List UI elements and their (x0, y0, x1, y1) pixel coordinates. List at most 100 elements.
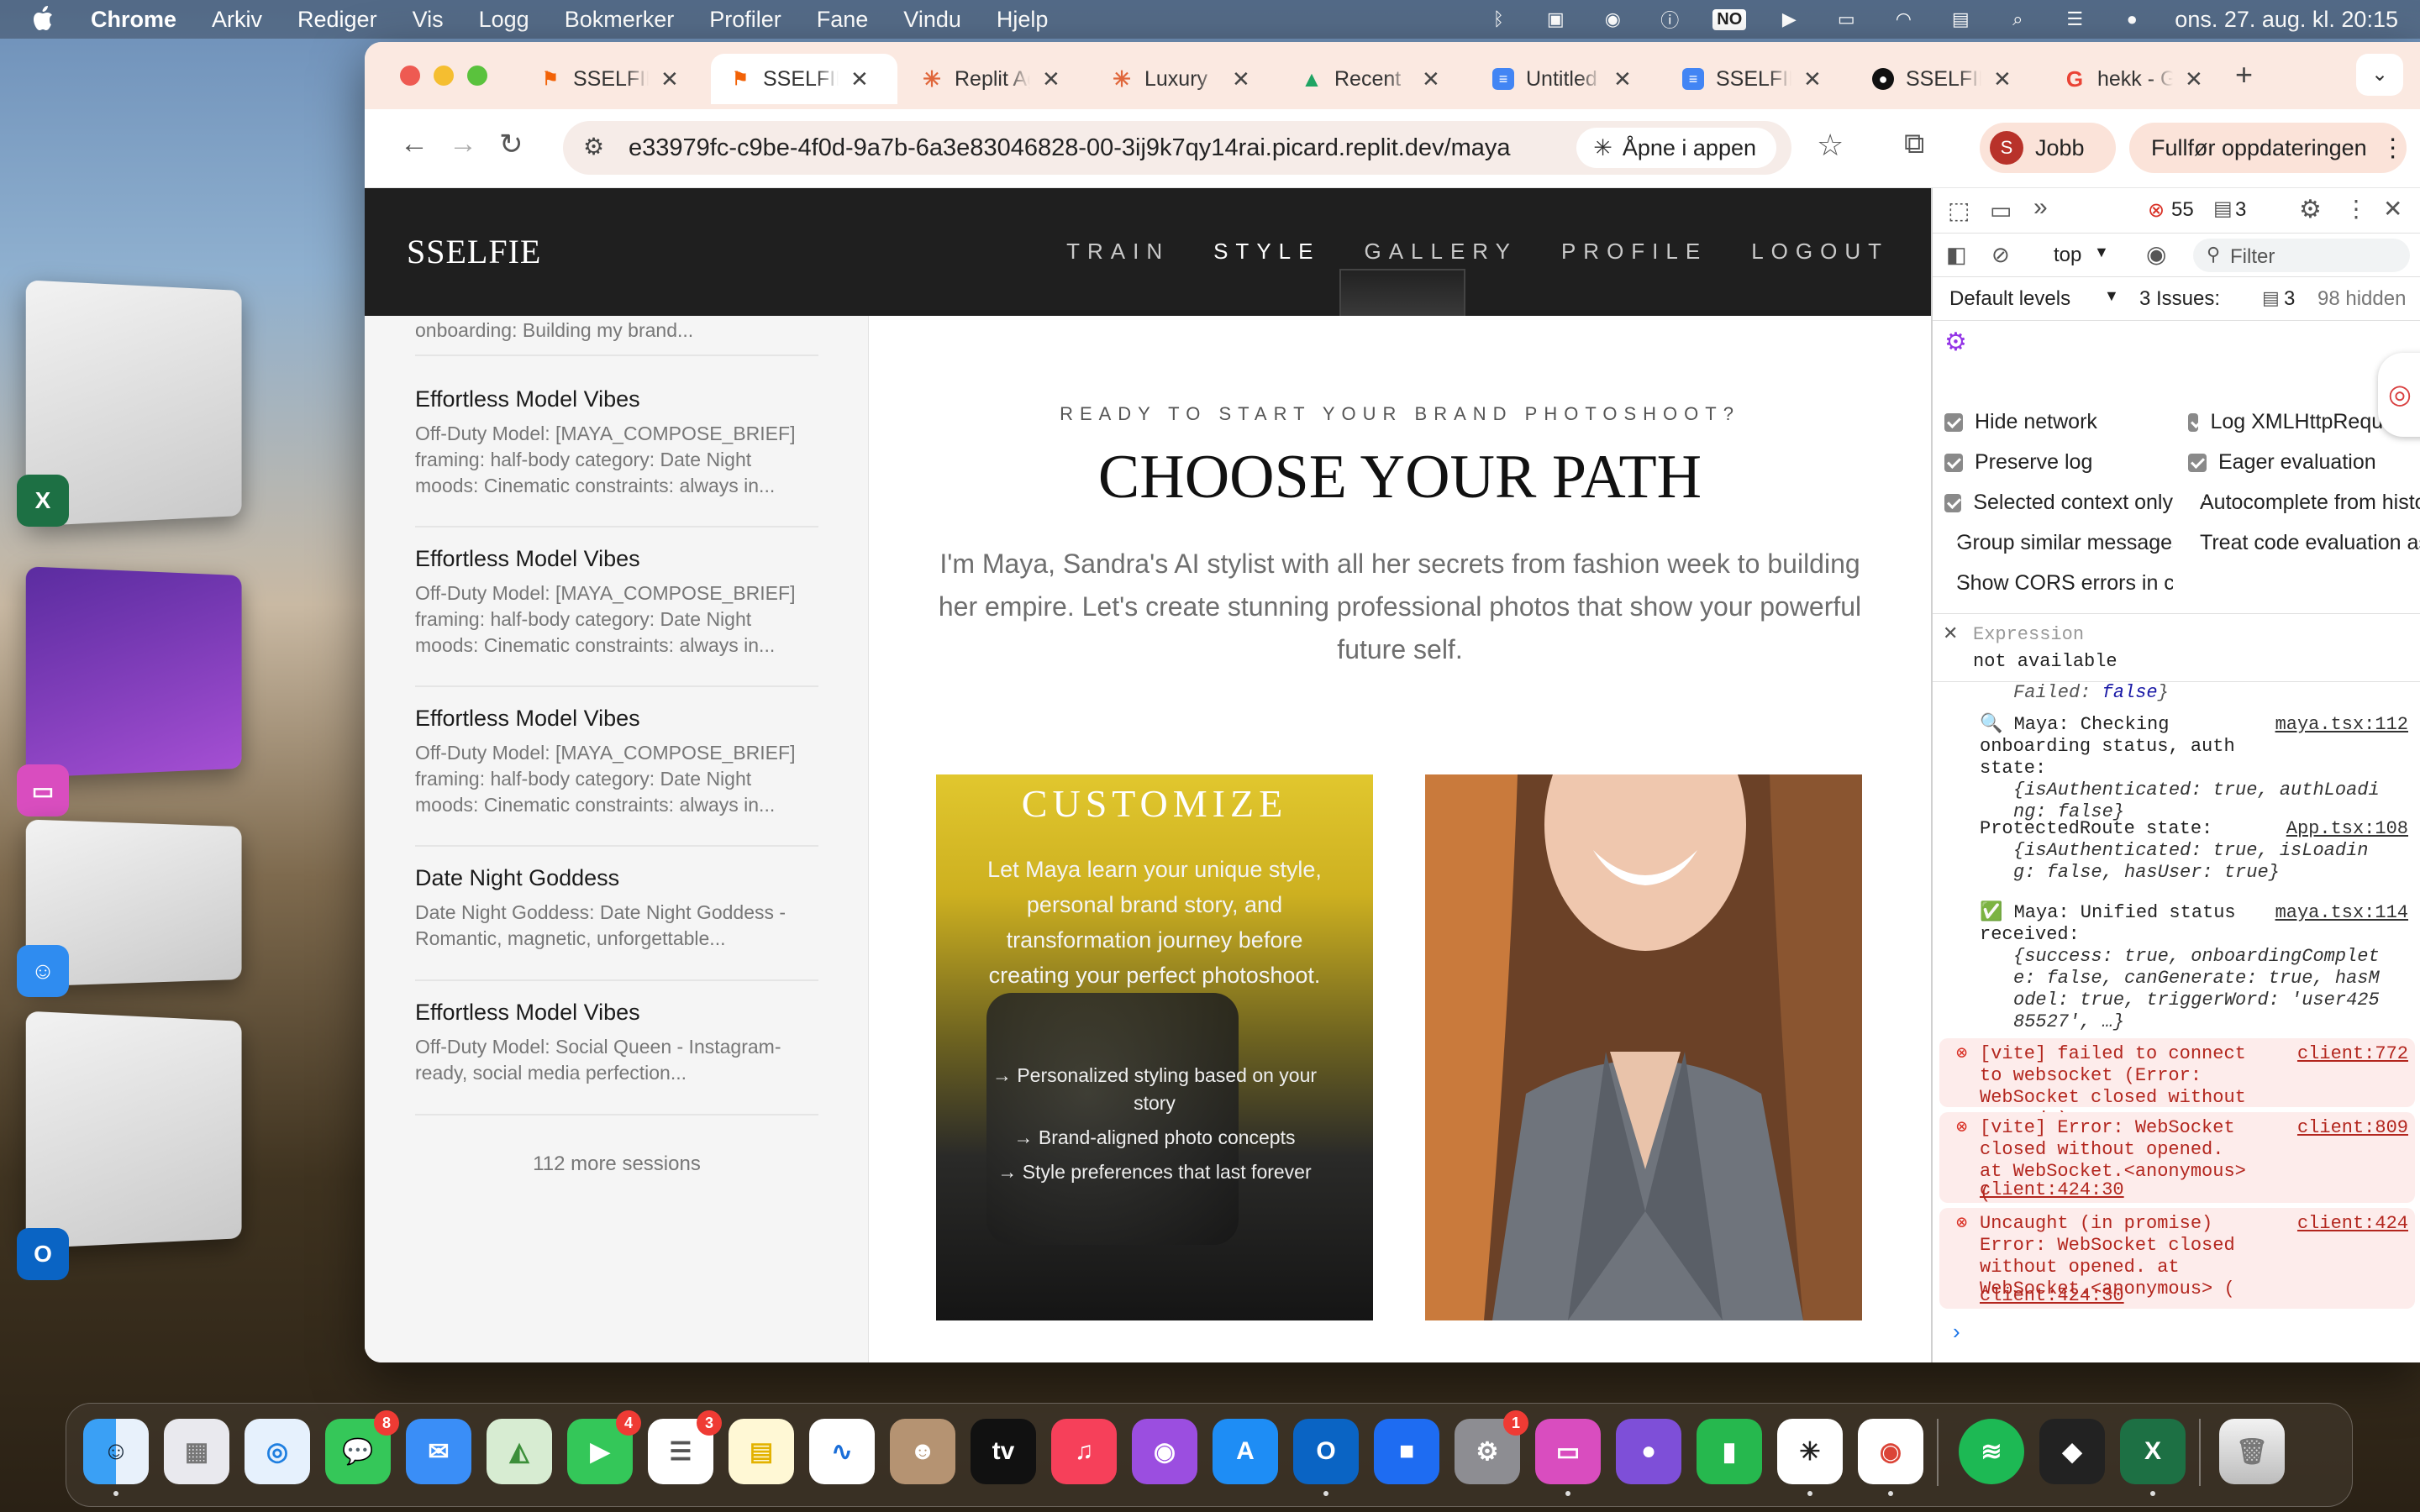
numbers-icon[interactable]: ▮ (1697, 1419, 1762, 1484)
roblox-icon[interactable]: ■ (1374, 1419, 1439, 1484)
levels-dropdown[interactable]: Default levels (1949, 287, 2070, 311)
log-stack-link[interactable]: client:424:30 (1980, 1285, 2124, 1307)
device-toggle-icon[interactable]: ▭ (1990, 197, 2012, 224)
outlook-icon[interactable]: O (1293, 1419, 1359, 1496)
apple-logo-icon[interactable] (32, 5, 54, 32)
safari-icon[interactable]: ◎ (245, 1419, 310, 1484)
mail-icon[interactable]: ✉ (406, 1419, 471, 1484)
checkbox[interactable] (2188, 453, 2207, 472)
menu-logg[interactable]: Logg (479, 7, 529, 33)
tab-google-search[interactable]: G hekk - Google ✕ (2045, 54, 2230, 104)
eye-icon[interactable]: ◉ (2146, 240, 2166, 268)
list-item[interactable]: Effortless Model Vibes Off-Duty Model: S… (415, 1000, 818, 1116)
log-stack-link[interactable]: client:424:30 (1980, 1179, 2124, 1201)
tab-luxury[interactable]: ✳ Luxury ✕ (1092, 54, 1277, 104)
issues-icon[interactable]: ▤ (2213, 197, 2233, 221)
photo-card[interactable] (1425, 774, 1862, 1320)
perplexity-icon[interactable]: ✳ (1777, 1419, 1843, 1496)
console-error-entry[interactable]: ⊗ Uncaught (in promise) Error: WebSocket… (1939, 1208, 2415, 1309)
minimize-window-button[interactable] (434, 66, 454, 86)
menu-fane[interactable]: Fane (817, 7, 869, 33)
chevron-down-icon[interactable]: ▼ (2104, 287, 2119, 305)
close-icon[interactable]: ✕ (1943, 622, 1958, 644)
setting-group-similar[interactable]: Group similar messages in console (1944, 531, 2173, 555)
search-icon[interactable]: ⌕ (2003, 8, 2032, 31)
trash-icon[interactable]: 🗑 (2219, 1419, 2285, 1484)
menu-app-name[interactable]: Chrome (91, 7, 176, 33)
finder-icon[interactable]: ☺ (17, 945, 69, 997)
setting-treat-code[interactable]: Treat code evaluation as user action (2188, 531, 2420, 555)
keynote-icon[interactable]: ▭ (1535, 1419, 1601, 1496)
nav-profile[interactable]: PROFILE (1561, 239, 1707, 265)
gear-icon[interactable]: ⚙ (1944, 328, 1967, 357)
assistant-float-button[interactable]: ◎ (2378, 353, 2420, 437)
spotify-icon[interactable]: ≋ (1959, 1419, 2024, 1484)
clear-console-icon[interactable]: ⊘ (1991, 242, 2010, 268)
input-source-badge[interactable]: NO (1712, 8, 1747, 30)
close-window-button[interactable] (400, 66, 420, 86)
checkbox[interactable] (1944, 493, 1962, 512)
close-tab-icon[interactable]: ✕ (1042, 66, 1060, 92)
chrome-icon[interactable]: ◉ (1858, 1419, 1923, 1496)
customize-card[interactable]: CUSTOMIZE Let Maya learn your unique sty… (936, 774, 1373, 1320)
reminders-icon[interactable]: ☰ 3 (648, 1410, 722, 1484)
issues-link[interactable]: 3 Issues: (2139, 287, 2220, 311)
accessibility-icon[interactable]: ⓘ (1655, 8, 1684, 31)
menu-hjelp[interactable]: Hjelp (997, 7, 1049, 33)
kebab-menu-icon[interactable]: ⋮ (2344, 195, 2368, 223)
site-info-icon[interactable]: ⚙ (583, 133, 604, 160)
app-store-icon[interactable]: A (1213, 1419, 1278, 1484)
list-item[interactable]: Effortless Model Vibes Off-Duty Model: [… (415, 706, 818, 847)
battery-icon[interactable]: ▭ (1832, 8, 1860, 31)
close-tab-icon[interactable]: ✕ (850, 66, 869, 92)
log-source-link[interactable]: App.tsx:108 (2286, 818, 2408, 840)
checkbox[interactable] (2188, 412, 2199, 432)
maps-icon[interactable]: ◭ (487, 1419, 552, 1484)
close-tab-icon[interactable]: ✕ (1803, 66, 1822, 92)
play-icon[interactable]: ▶ (1775, 8, 1803, 31)
nav-train[interactable]: TRAIN (1066, 239, 1170, 265)
console-log-entry[interactable]: ✅ Maya: Unified status received: maya.ts… (1939, 902, 2415, 1033)
console-log-entry[interactable]: 🔍 Maya: Checking onboarding status, auth… (1939, 714, 2415, 823)
nav-gallery[interactable]: GALLERY (1364, 239, 1517, 265)
log-source-link[interactable]: client:809 (2297, 1117, 2408, 1139)
tab-sselfie-github[interactable]: ● SSELFIE ✕ (1854, 54, 2039, 104)
list-item[interactable]: Date Night Goddess Date Night Goddess: D… (415, 865, 818, 981)
finder-icon[interactable]: ☺ (83, 1419, 149, 1496)
screen-mirror-icon[interactable]: ▣ (1541, 8, 1570, 31)
list-item[interactable]: Effortless Model Vibes Off-Duty Model: [… (415, 546, 818, 687)
apple-tv-icon[interactable]: tv (971, 1419, 1036, 1484)
launchpad-icon[interactable]: ▦ (164, 1419, 229, 1484)
error-count[interactable]: 55 (2171, 198, 2194, 222)
outlook-icon[interactable]: O (17, 1228, 69, 1280)
dock-app-icon[interactable]: ◆ (2039, 1419, 2105, 1484)
more-menu-icon[interactable]: ⋮ (2381, 134, 2406, 163)
wifi-icon[interactable]: ◠ (1889, 8, 1918, 31)
console-error-entry[interactable]: ⊗ [vite] Error: WebSocket closed without… (1939, 1112, 2415, 1204)
console-prompt-icon[interactable]: › (1953, 1319, 1960, 1345)
filter-input[interactable]: ⚲ Filter (2193, 239, 2410, 272)
log-source-link[interactable]: maya.tsx:114 (2275, 902, 2408, 924)
log-source-link[interactable]: client:772 (2297, 1043, 2408, 1065)
tab-recent-drive[interactable]: ▲ Recent ✕ (1282, 54, 1467, 104)
bluetooth-icon[interactable]: ᛒ (1484, 8, 1512, 31)
close-tab-icon[interactable]: ✕ (660, 66, 679, 92)
expression-label[interactable]: Expression (1973, 624, 2084, 646)
music-icon[interactable]: ♫ (1051, 1419, 1117, 1484)
setting-show-cors[interactable]: Show CORS errors in console (1944, 571, 2173, 596)
close-tab-icon[interactable]: ✕ (2185, 66, 2203, 92)
menu-vis[interactable]: Vis (413, 7, 444, 33)
clock[interactable]: ons. 27. aug. kl. 20:15 (2175, 7, 2398, 33)
menu-arkiv[interactable]: Arkiv (212, 7, 262, 33)
issues-count[interactable]: 3 (2284, 287, 2295, 311)
list-item[interactable]: Effortless Model Vibes Off-Duty Model: [… (415, 386, 818, 528)
tab-sselfie-1[interactable]: ⚑ SSELFIE ✕ (521, 54, 706, 104)
close-tab-icon[interactable]: ✕ (1422, 66, 1440, 92)
reload-icon[interactable]: ↻ (499, 128, 523, 161)
nav-logout[interactable]: LOGOUT (1751, 239, 1889, 265)
more-tabs-icon[interactable]: » (2033, 193, 2048, 222)
back-icon[interactable]: ← (400, 128, 429, 160)
site-logo[interactable]: SSELFIE (407, 232, 541, 271)
notes-icon[interactable]: ▤ (729, 1419, 794, 1484)
tab-replit-agent[interactable]: ✳ Replit Agent ✕ (902, 54, 1087, 104)
